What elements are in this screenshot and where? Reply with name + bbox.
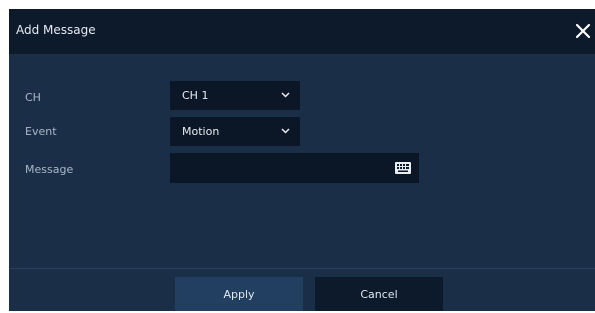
event-select[interactable]: Motion [170,117,300,146]
keyboard-icon[interactable] [395,162,411,174]
cancel-button-label: Cancel [360,288,398,301]
dialog-titlebar: Add Message [9,9,595,54]
event-select-value: Motion [182,125,220,138]
close-icon [571,19,595,43]
chevron-down-icon [281,92,290,98]
ch-select[interactable]: CH 1 [170,81,300,110]
add-message-dialog: Add Message CH CH 1 Event Motion Message [9,9,595,311]
dialog-title: Add Message [16,23,96,37]
apply-button[interactable]: Apply [175,277,303,311]
cancel-button[interactable]: Cancel [315,277,443,311]
close-button[interactable] [571,19,595,43]
message-label: Message [25,163,74,176]
event-label: Event [25,125,57,138]
footer-divider [9,268,595,269]
apply-button-label: Apply [223,288,255,301]
ch-select-value: CH 1 [182,89,209,102]
message-input[interactable] [170,153,419,183]
chevron-down-icon [281,128,290,134]
ch-label: CH [25,91,41,104]
